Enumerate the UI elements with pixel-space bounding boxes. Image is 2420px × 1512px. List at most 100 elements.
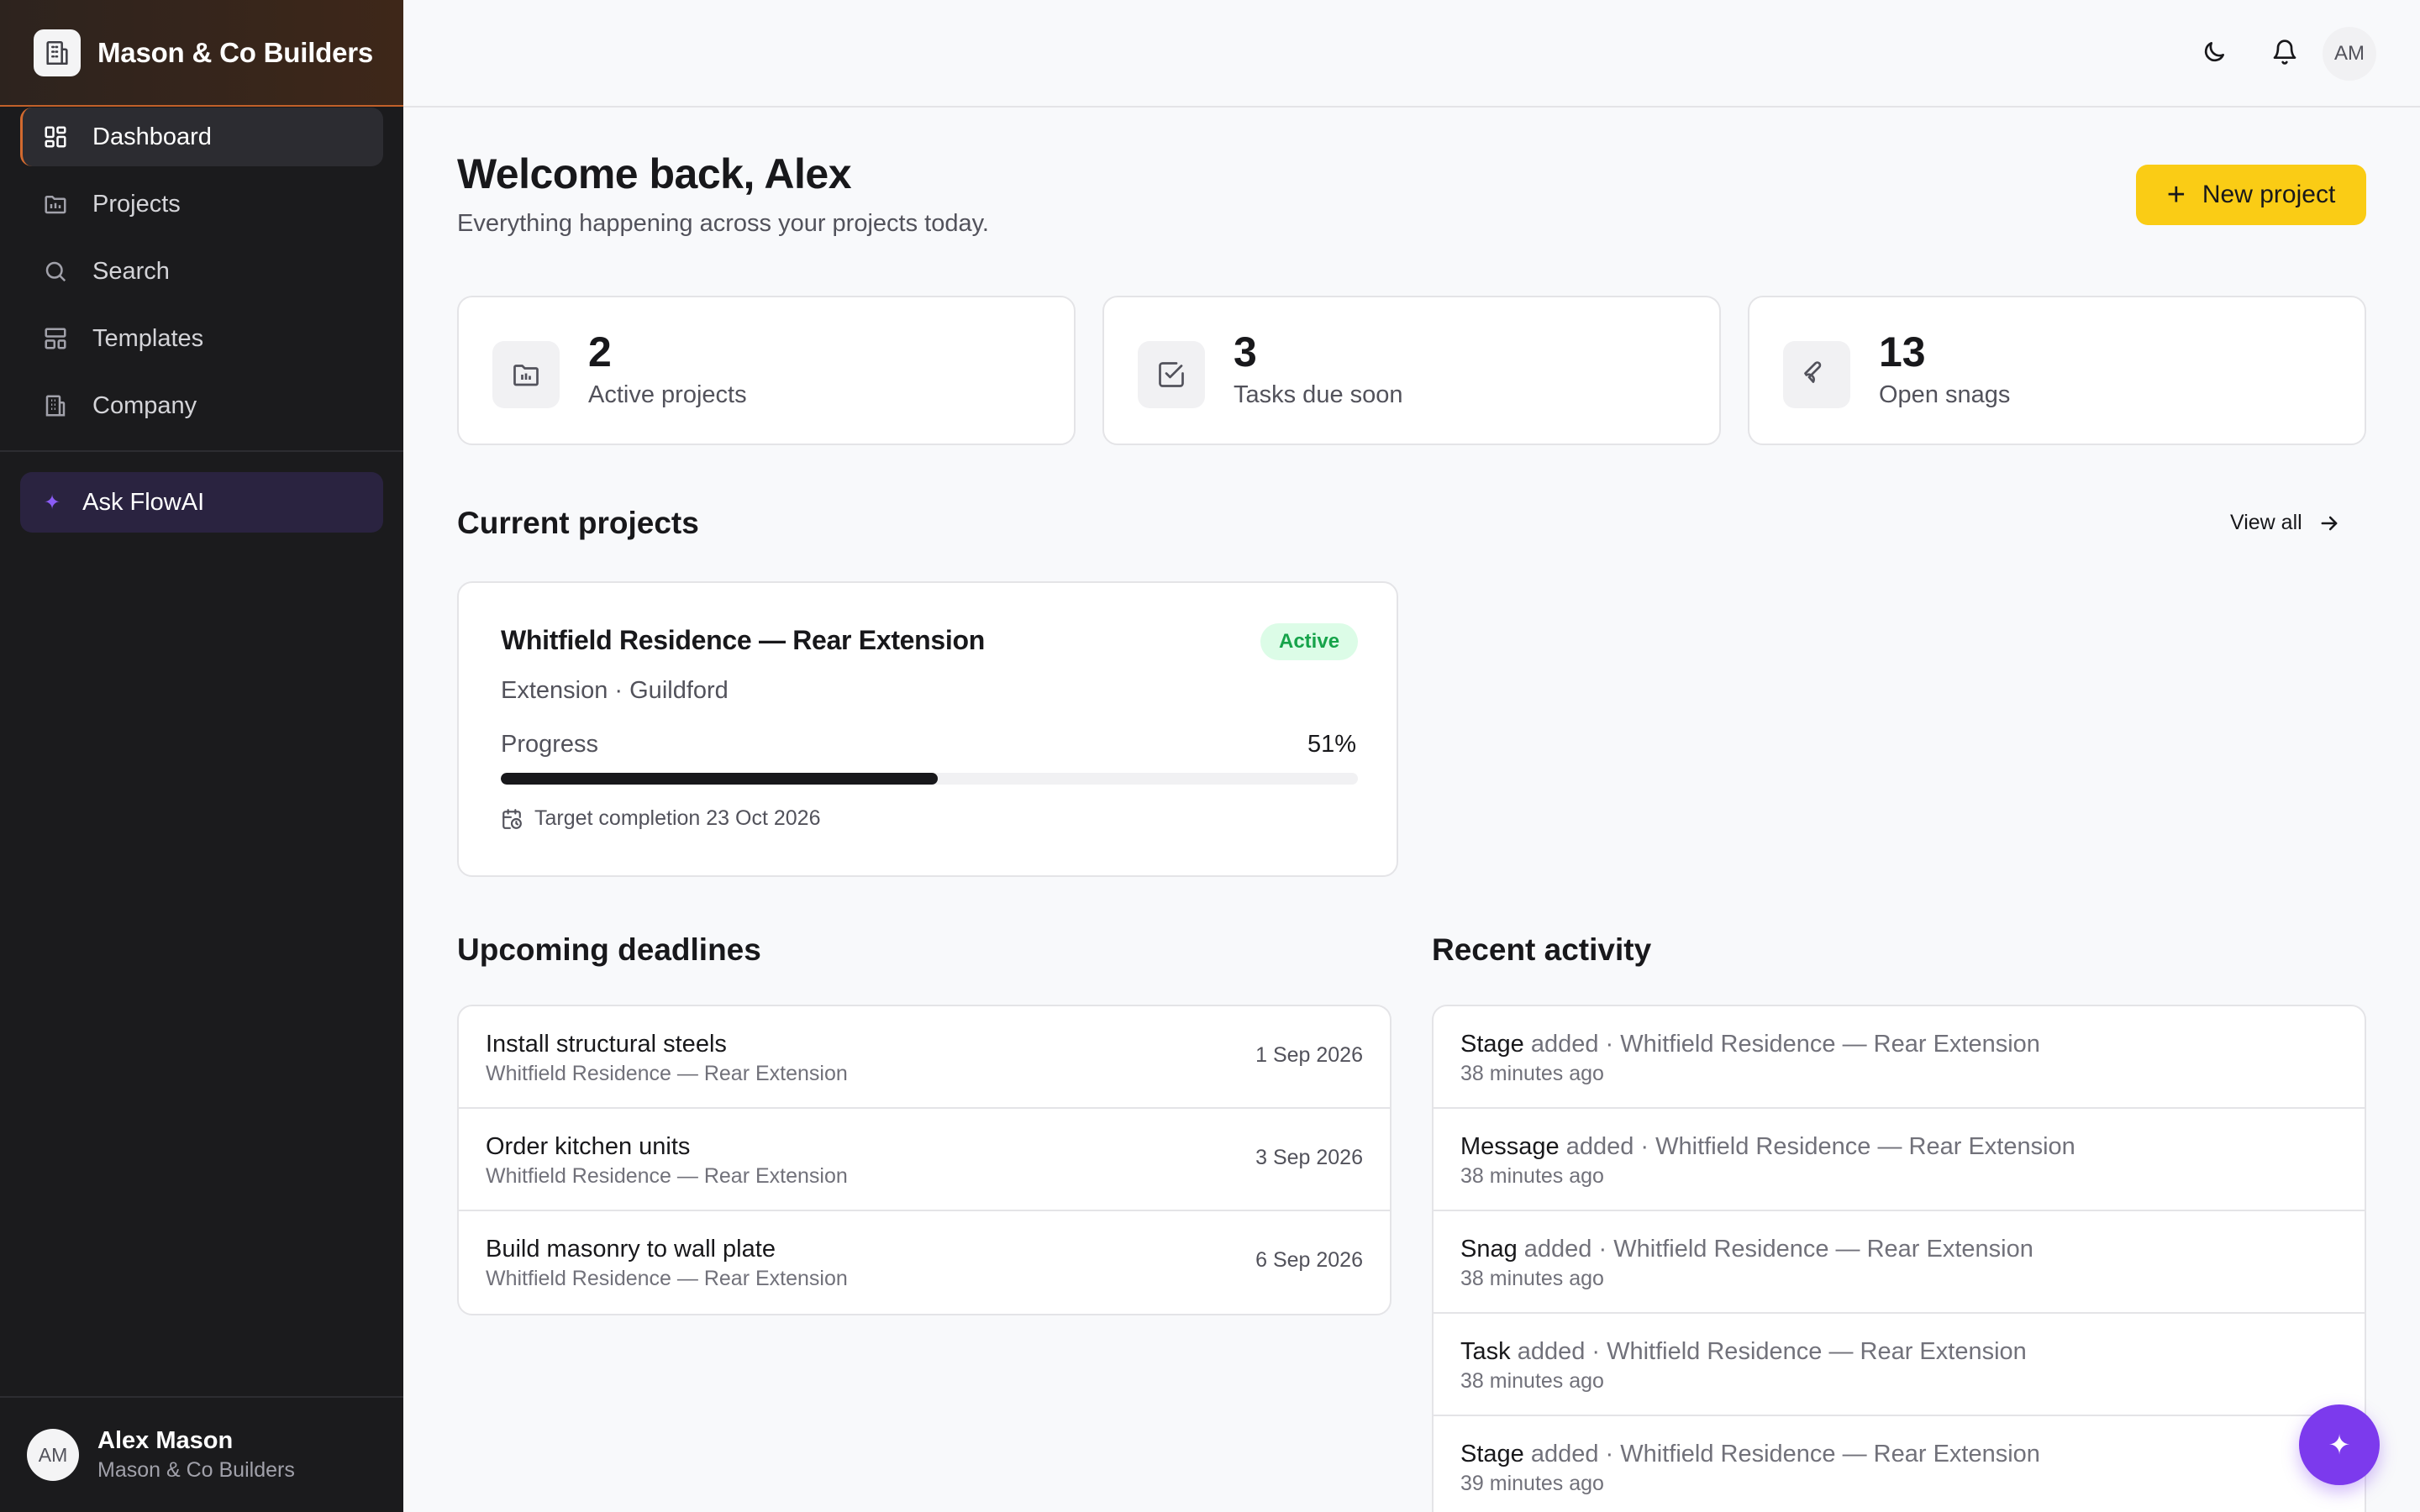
stat-card-active-projects[interactable]: 2 Active projects	[457, 296, 1076, 445]
new-project-button[interactable]: + New project	[2136, 165, 2366, 225]
brand-name: Mason & Co Builders	[97, 36, 374, 68]
sparkle-icon: ✦	[2328, 1430, 2351, 1460]
view-all-link[interactable]: View all	[2230, 511, 2341, 535]
activity-time: 38 minutes ago	[1460, 1267, 1604, 1290]
status-badge: Active	[1260, 623, 1359, 660]
stat-value: 2	[588, 328, 612, 375]
deadline-task: Order kitchen units	[486, 1133, 691, 1160]
wrench-icon	[1783, 341, 1850, 408]
checkbox-icon	[1138, 341, 1205, 408]
target-completion: Target completion 23 Oct 2026	[501, 806, 820, 831]
project-meta: Extension · Guildford	[501, 677, 729, 704]
activity-time: 38 minutes ago	[1460, 1062, 1604, 1085]
company-icon	[42, 392, 69, 419]
deadlines-list: Install structural steels Whitfield Resi…	[457, 1005, 1392, 1315]
project-name: Whitfield Residence — Rear Extension	[501, 625, 985, 655]
sidebar: Mason & Co Builders Dashboard Projects S…	[0, 0, 403, 1512]
progress-label: Progress	[501, 731, 599, 758]
bell-icon	[2271, 39, 2298, 70]
activity-time: 38 minutes ago	[1460, 1369, 1604, 1393]
activity-type: Stage	[1460, 1441, 1524, 1467]
activity-row[interactable]: Task added · Whitfield Residence — Rear …	[1434, 1314, 2365, 1416]
deadline-date: 3 Sep 2026	[1255, 1146, 1363, 1169]
stat-card-tasks-due[interactable]: 3 Tasks due soon	[1102, 296, 1721, 445]
moon-icon	[2201, 39, 2228, 70]
user-avatar-button[interactable]: AM	[2323, 27, 2376, 81]
brand-header[interactable]: Mason & Co Builders	[0, 0, 403, 107]
ask-flowai-button[interactable]: ✦ Ask FlowAI	[20, 472, 383, 533]
sparkle-icon: ✦	[44, 491, 61, 514]
activity-type: Task	[1460, 1338, 1511, 1365]
activity-list: Stage added · Whitfield Residence — Rear…	[1432, 1005, 2366, 1512]
activity-row[interactable]: Message added · Whitfield Residence — Re…	[1434, 1109, 2365, 1211]
activity-row[interactable]: Snag added · Whitfield Residence — Rear …	[1434, 1211, 2365, 1314]
projects-icon	[42, 191, 69, 218]
page-title: Welcome back, Alex	[457, 150, 852, 197]
activity-text: added · Whitfield Residence — Rear Exten…	[1523, 1441, 2040, 1467]
stat-label: Tasks due soon	[1234, 381, 1403, 408]
user-name: Alex Mason	[97, 1427, 234, 1454]
user-profile[interactable]: AM Alex Mason Mason & Co Builders	[0, 1396, 403, 1512]
building-icon	[34, 29, 81, 76]
stat-label: Open snags	[1879, 381, 2011, 408]
sidebar-nav: Dashboard Projects Search Templates Comp…	[20, 108, 383, 444]
stat-value: 3	[1234, 328, 1257, 375]
activity-row[interactable]: Stage added · Whitfield Residence — Rear…	[1434, 1416, 2365, 1512]
deadline-task: Install structural steels	[486, 1031, 727, 1058]
sidebar-item-label: Search	[92, 257, 170, 285]
deadline-row[interactable]: Install structural steels Whitfield Resi…	[459, 1006, 1390, 1109]
sidebar-item-label: Templates	[92, 324, 204, 352]
sidebar-item-label: Projects	[92, 190, 181, 218]
target-completion-text: Target completion 23 Oct 2026	[534, 806, 821, 830]
templates-icon	[42, 325, 69, 352]
sidebar-item-templates[interactable]: Templates	[20, 309, 383, 368]
stat-value: 13	[1879, 328, 1926, 375]
activity-row[interactable]: Stage added · Whitfield Residence — Rear…	[1434, 1006, 2365, 1109]
project-card[interactable]: Whitfield Residence — Rear Extension Act…	[457, 581, 1398, 877]
deadline-project: Whitfield Residence — Rear Extension	[486, 1164, 848, 1188]
sidebar-item-label: Dashboard	[92, 123, 212, 150]
activity-type: Snag	[1460, 1236, 1518, 1263]
stat-card-open-snags[interactable]: 13 Open snags	[1748, 296, 2366, 445]
progress-value: 51%	[1307, 731, 1356, 758]
deadline-project: Whitfield Residence — Rear Extension	[486, 1062, 848, 1085]
current-projects-title: Current projects	[457, 506, 699, 540]
arrow-right-icon	[2317, 512, 2341, 535]
activity-time: 39 minutes ago	[1460, 1472, 1604, 1495]
progress-bar-fill	[501, 773, 939, 785]
avatar: AM	[27, 1429, 79, 1481]
activity-type: Message	[1460, 1133, 1560, 1160]
stat-label: Active projects	[588, 381, 747, 408]
sidebar-item-dashboard[interactable]: Dashboard	[20, 108, 383, 166]
plus-icon: +	[2166, 177, 2186, 213]
page-subtitle: Everything happening across your project…	[457, 210, 989, 237]
deadline-row[interactable]: Order kitchen units Whitfield Residence …	[459, 1109, 1390, 1211]
activity-text: added · Whitfield Residence — Rear Exten…	[1559, 1133, 2075, 1160]
activity-text: added · Whitfield Residence — Rear Exten…	[1523, 1031, 2040, 1058]
topbar: AM	[403, 0, 2420, 108]
sidebar-divider	[0, 450, 403, 452]
deadline-task: Build masonry to wall plate	[486, 1236, 776, 1263]
deadline-date: 6 Sep 2026	[1255, 1248, 1363, 1272]
user-company: Mason & Co Builders	[97, 1458, 295, 1482]
activity-text: added · Whitfield Residence — Rear Exten…	[1517, 1236, 2033, 1263]
deadline-date: 1 Sep 2026	[1255, 1043, 1363, 1067]
search-icon	[42, 258, 69, 285]
folder-icon	[492, 341, 560, 408]
notifications-button[interactable]	[2258, 27, 2312, 81]
sidebar-item-company[interactable]: Company	[20, 376, 383, 435]
dashboard-icon	[42, 123, 69, 150]
theme-toggle-button[interactable]	[2187, 27, 2241, 81]
deadline-project: Whitfield Residence — Rear Extension	[486, 1267, 848, 1290]
activity-text: added · Whitfield Residence — Rear Exten…	[1510, 1338, 2027, 1365]
recent-activity-title: Recent activity	[1432, 932, 1652, 967]
sidebar-item-label: Company	[92, 391, 197, 419]
activity-type: Stage	[1460, 1031, 1524, 1058]
deadline-row[interactable]: Build masonry to wall plate Whitfield Re…	[459, 1211, 1390, 1314]
ai-assistant-fab[interactable]: ✦	[2299, 1404, 2380, 1485]
calendar-clock-icon	[501, 808, 523, 830]
sidebar-item-search[interactable]: Search	[20, 242, 383, 301]
activity-time: 38 minutes ago	[1460, 1164, 1604, 1188]
sidebar-item-projects[interactable]: Projects	[20, 175, 383, 234]
upcoming-deadlines-title: Upcoming deadlines	[457, 932, 761, 967]
